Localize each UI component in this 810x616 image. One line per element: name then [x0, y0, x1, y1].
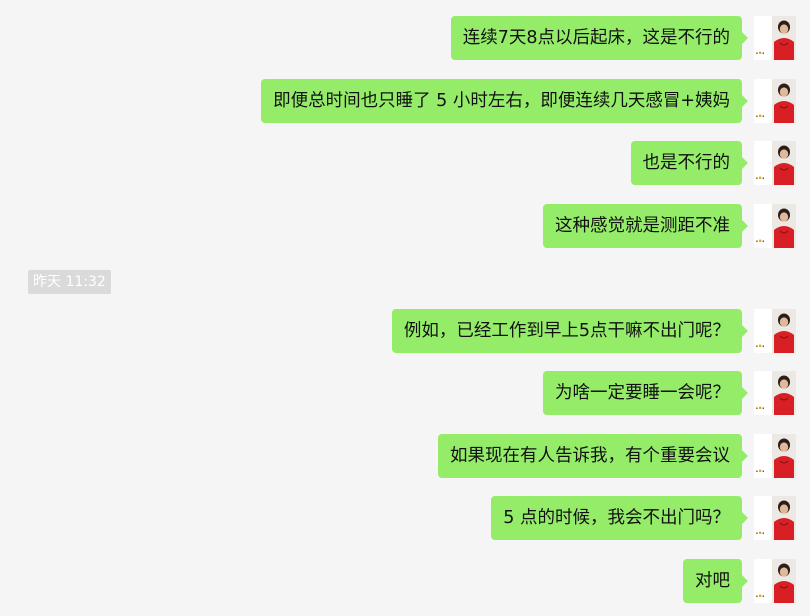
- message-bubble[interactable]: 为啥一定要睡一会呢？: [543, 371, 748, 415]
- message-bubble[interactable]: 连续7天8点以后起床，这是不行的: [450, 16, 749, 60]
- user-avatar-icon: [772, 371, 796, 415]
- loading-dots-icon: ...: [755, 398, 765, 412]
- message-bubble[interactable]: 如果现在有人告诉我，有个重要会议: [438, 434, 748, 478]
- message-bubble[interactable]: 即便总时间也只睡了 5 小时左右，即便连续几天感冒+姨妈: [261, 79, 748, 123]
- avatar[interactable]: ...: [754, 141, 796, 185]
- avatar[interactable]: ...: [754, 559, 796, 603]
- message-bubble[interactable]: 对吧: [683, 559, 748, 603]
- loading-dots-icon: ...: [755, 461, 765, 475]
- avatar[interactable]: ...: [754, 496, 796, 540]
- message-row: 这种感觉就是测距不准 ...: [543, 204, 796, 250]
- message-row: 为啥一定要睡一会呢？ ...: [543, 371, 796, 417]
- timestamp-label: 昨天 11:32: [28, 270, 111, 294]
- message-row: 连续7天8点以后起床，这是不行的 ...: [450, 16, 796, 62]
- message-row: 如果现在有人告诉我，有个重要会议 ...: [438, 434, 796, 480]
- message-row: 例如，已经工作到早上5点干嘛不出门呢？ ...: [391, 309, 796, 355]
- avatar[interactable]: ...: [754, 309, 796, 353]
- loading-dots-icon: ...: [755, 586, 765, 600]
- user-avatar-icon: [772, 434, 796, 478]
- avatar[interactable]: ...: [754, 371, 796, 415]
- avatar[interactable]: ...: [754, 204, 796, 248]
- message-bubble[interactable]: 也是不行的: [630, 141, 748, 185]
- message-row: 即便总时间也只睡了 5 小时左右，即便连续几天感冒+姨妈 ...: [261, 79, 796, 125]
- loading-dots-icon: ...: [755, 168, 765, 182]
- loading-dots-icon: ...: [755, 336, 765, 350]
- loading-dots-icon: ...: [755, 231, 765, 245]
- message-bubble[interactable]: 这种感觉就是测距不准: [543, 204, 748, 248]
- user-avatar-icon: [772, 204, 796, 248]
- avatar[interactable]: ...: [754, 16, 796, 60]
- user-avatar-icon: [772, 79, 796, 123]
- loading-dots-icon: ...: [755, 106, 765, 120]
- user-avatar-icon: [772, 16, 796, 60]
- user-avatar-icon: [772, 141, 796, 185]
- user-avatar-icon: [772, 309, 796, 353]
- avatar[interactable]: ...: [754, 434, 796, 478]
- loading-dots-icon: ...: [755, 523, 765, 537]
- loading-dots-icon: ...: [755, 43, 765, 57]
- message-row: 也是不行的 ...: [630, 141, 796, 187]
- user-avatar-icon: [772, 559, 796, 603]
- message-row: 对吧 ...: [683, 559, 796, 605]
- chat-message-list[interactable]: 连续7天8点以后起床，这是不行的 ... 即便总时间也只睡了 5 小时左右，即便…: [0, 0, 810, 616]
- message-bubble[interactable]: 例如，已经工作到早上5点干嘛不出门呢？: [391, 309, 749, 353]
- avatar[interactable]: ...: [754, 79, 796, 123]
- user-avatar-icon: [772, 496, 796, 540]
- message-bubble[interactable]: 5 点的时候，我会不出门吗？: [491, 496, 748, 540]
- message-row: 5 点的时候，我会不出门吗？ ...: [491, 496, 796, 542]
